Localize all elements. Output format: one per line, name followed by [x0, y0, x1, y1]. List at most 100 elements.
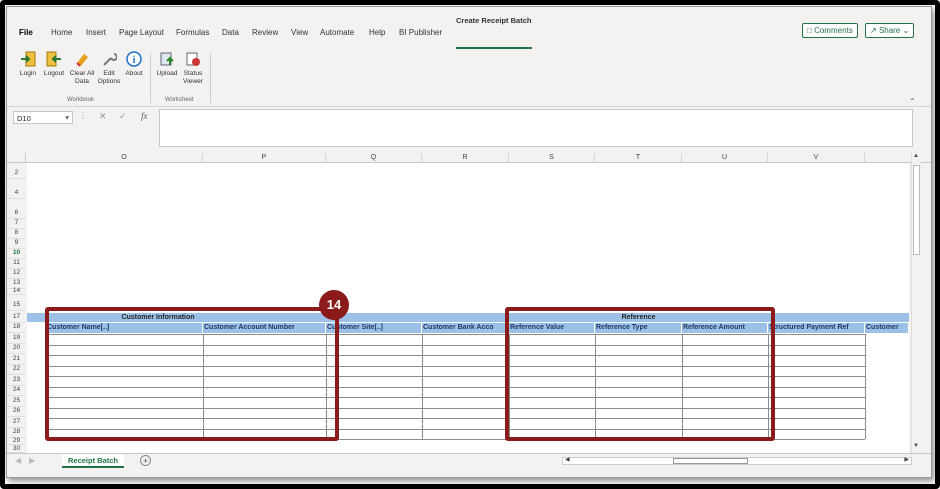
cancel-icon[interactable]: ✕ [99, 111, 107, 122]
hscroll-thumb[interactable] [673, 458, 748, 464]
menu-formulas[interactable]: Formulas [176, 28, 209, 37]
menu-bar: File Home Insert Page Layout Formulas Da… [7, 7, 931, 51]
name-box[interactable]: D10 ▾ [13, 111, 73, 124]
column-header-p[interactable]: P [203, 153, 326, 163]
menu-insert[interactable]: Insert [86, 28, 106, 37]
column-header-o[interactable]: O [46, 153, 203, 163]
row-header[interactable]: 12 [7, 269, 26, 279]
row-header[interactable]: 17 [7, 313, 26, 323]
row-header[interactable]: 11 [7, 259, 26, 269]
row-header[interactable]: 2 [7, 169, 26, 179]
annotation-badge: 14 [319, 290, 349, 320]
menu-bi-publisher[interactable]: BI Publisher [399, 28, 442, 37]
status-viewer-button[interactable]: Status Viewer [180, 51, 206, 86]
header-customer[interactable]: Customer [865, 323, 909, 333]
menu-data[interactable]: Data [222, 28, 239, 37]
svg-text:i: i [133, 55, 136, 66]
row-header[interactable]: 24 [7, 386, 26, 396]
upload-icon [160, 52, 174, 66]
tab-create-receipt-batch[interactable]: Create Receipt Batch [456, 16, 531, 25]
login-button[interactable]: Login [17, 51, 39, 78]
share-button[interactable]: ↗ Share ⌄ [865, 23, 915, 38]
column-header-bar: O P Q R S T U V [7, 153, 931, 163]
group-label-workbook: Workbook [67, 97, 94, 103]
wrench-icon [103, 53, 117, 66]
column-header-v[interactable]: V [768, 153, 865, 163]
clear-all-data-button[interactable]: Clear All Data [67, 51, 97, 86]
row-header[interactable]: 15 [7, 301, 26, 311]
row-header[interactable]: 8 [7, 229, 26, 239]
row-header[interactable]: 30 [7, 445, 26, 453]
row-header[interactable]: 25 [7, 397, 26, 407]
column-header-r[interactable]: R [422, 153, 509, 163]
upload-button[interactable]: Upload [155, 51, 179, 78]
row-header-bar: 2 4 6 7 8 9 10 11 12 13 14 15 17 18 19 2… [7, 163, 26, 453]
column-gridline [865, 334, 866, 439]
logout-button[interactable]: Logout [41, 51, 67, 78]
formula-bar: D10 ▾ ⋮ ✕ ✓ fx [7, 109, 931, 149]
sheet-tab-bar: ◀ ▶ Receipt Batch + ◀ ▶ [7, 453, 931, 469]
row-header[interactable]: 26 [7, 407, 26, 417]
column-header-u[interactable]: U [682, 153, 768, 163]
menu-view[interactable]: View [291, 28, 308, 37]
row-header[interactable]: 29 [7, 437, 26, 445]
row-header[interactable]: 14 [7, 287, 26, 295]
login-icon [21, 51, 36, 67]
menu-help[interactable]: Help [369, 28, 385, 37]
row-header[interactable]: 7 [7, 219, 26, 229]
row-header[interactable]: 9 [7, 239, 26, 249]
select-all-corner[interactable] [7, 153, 26, 163]
sheet-tab-receipt-batch[interactable]: Receipt Batch [62, 454, 125, 468]
column-header-t[interactable]: T [595, 153, 682, 163]
group-separator [210, 53, 211, 103]
menu-page-layout[interactable]: Page Layout [119, 28, 164, 37]
scroll-up-icon[interactable]: ▲ [913, 153, 919, 159]
section-filler [768, 313, 909, 322]
edit-options-button[interactable]: Edit Options [97, 51, 121, 86]
group-label-worksheet: Worksheet [165, 97, 194, 103]
group-separator [150, 53, 151, 103]
scroll-down-icon[interactable]: ▼ [913, 443, 919, 449]
row-header[interactable]: 22 [7, 365, 26, 375]
formula-input[interactable] [159, 109, 913, 147]
vertical-scrollbar[interactable]: ▲ ▼ [911, 153, 921, 453]
scroll-thumb[interactable] [913, 165, 920, 255]
share-icon: ↗ [870, 26, 879, 35]
row-header[interactable]: 20 [7, 344, 26, 354]
highlight-customer-information [45, 307, 339, 441]
column-header-q[interactable]: Q [326, 153, 422, 163]
row-header[interactable]: 6 [7, 209, 26, 219]
scroll-right-icon[interactable]: ▶ [904, 456, 909, 463]
column-header-s[interactable]: S [509, 153, 595, 163]
about-button[interactable]: i About [122, 51, 146, 78]
row-header[interactable]: 18 [7, 323, 26, 333]
menu-home[interactable]: Home [51, 28, 72, 37]
tab-next-icon[interactable]: ▶ [29, 456, 35, 465]
worksheet-grid[interactable]: Customer Information Reference Customer … [27, 163, 909, 455]
active-tab-indicator [456, 47, 532, 49]
chevron-down-icon: ⌄ [900, 26, 910, 35]
row-header[interactable]: 21 [7, 355, 26, 365]
header-structured-payment-ref[interactable]: Structured Payment Ref [768, 323, 865, 333]
scroll-left-icon[interactable]: ◀ [565, 456, 570, 463]
row-header-active[interactable]: 10 [7, 249, 26, 259]
header-customer-site[interactable]: Customer Site[..] [326, 323, 422, 333]
row-header[interactable]: 23 [7, 376, 26, 386]
header-customer-bank-account[interactable]: Customer Bank Acco [422, 323, 509, 333]
row-header[interactable]: 4 [7, 189, 26, 199]
menu-review[interactable]: Review [252, 28, 278, 37]
horizontal-scrollbar[interactable]: ◀ ▶ [562, 457, 912, 465]
more-options-icon: ⋮ [79, 111, 87, 120]
enter-icon[interactable]: ✓ [119, 111, 127, 122]
add-sheet-icon[interactable]: + [140, 455, 151, 466]
menu-file[interactable]: File [19, 28, 33, 37]
insert-function-icon[interactable]: fx [141, 111, 148, 121]
row-header[interactable]: 27 [7, 418, 26, 428]
row-header[interactable]: 19 [7, 334, 26, 344]
menu-automate[interactable]: Automate [320, 28, 354, 37]
comments-button[interactable]: □ Comments [802, 23, 858, 38]
collapse-ribbon-icon[interactable]: ⌃ [909, 97, 916, 106]
logout-icon [46, 51, 61, 67]
tab-prev-icon[interactable]: ◀ [15, 456, 21, 465]
highlight-reference [505, 307, 775, 441]
